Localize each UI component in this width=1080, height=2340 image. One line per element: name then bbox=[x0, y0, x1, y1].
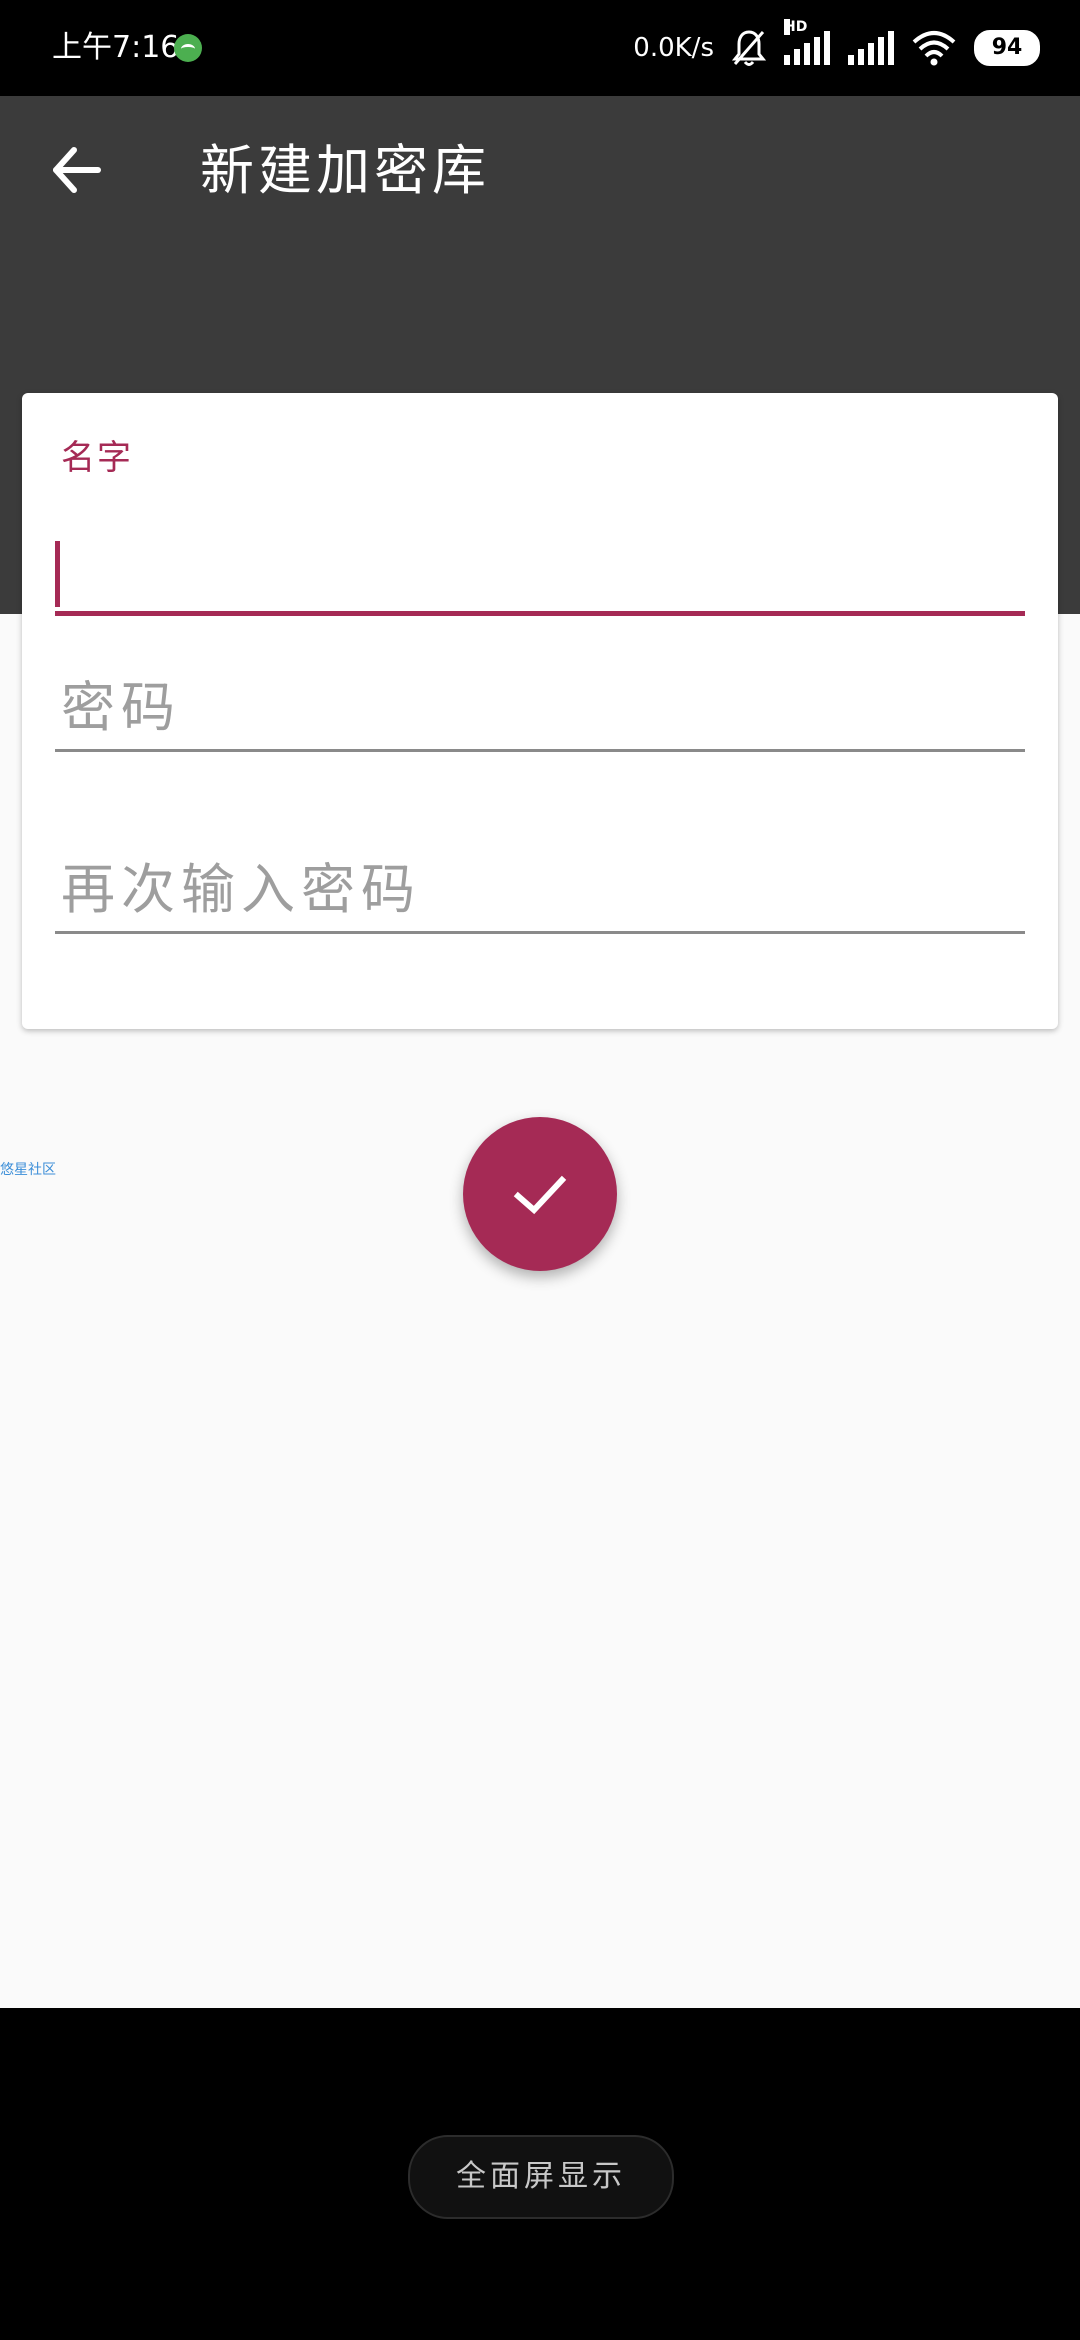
back-arrow-icon[interactable] bbox=[44, 138, 108, 202]
name-field-underline bbox=[55, 611, 1025, 616]
signal-hd-icon: HD bbox=[784, 19, 830, 65]
status-indicators: 0.0K/s HD 94 bbox=[633, 19, 1040, 74]
password-field-underline bbox=[55, 749, 1025, 752]
confirm-button[interactable] bbox=[463, 1117, 617, 1271]
hd-label: HD bbox=[784, 19, 808, 35]
confirm-password-placeholder: 再次输入密码 bbox=[61, 858, 421, 921]
text-cursor bbox=[55, 541, 60, 607]
network-speed: 0.0K/s bbox=[633, 33, 714, 63]
confirm-password-field[interactable]: 再次输入密码 bbox=[55, 847, 1025, 947]
status-time: 上午7:16 bbox=[52, 30, 180, 65]
wifi-icon bbox=[912, 31, 956, 66]
check-icon bbox=[513, 1175, 567, 1215]
navigation-area: 全面屏显示 bbox=[0, 2008, 1080, 2340]
bell-muted-icon bbox=[732, 30, 766, 66]
confirm-password-underline bbox=[55, 931, 1025, 934]
vault-form-card: 名字 密码 再次输入密码 bbox=[22, 393, 1058, 1029]
name-field-label: 名字 bbox=[61, 438, 133, 478]
app-notification-icon bbox=[174, 34, 202, 62]
fullscreen-display-button[interactable]: 全面屏显示 bbox=[408, 2135, 674, 2219]
name-input[interactable] bbox=[65, 543, 1019, 605]
page-title: 新建加密库 bbox=[200, 139, 490, 202]
password-field[interactable]: 密码 bbox=[55, 665, 1025, 765]
password-placeholder: 密码 bbox=[61, 676, 181, 739]
battery-indicator: 94 bbox=[974, 30, 1040, 66]
name-field[interactable]: 名字 bbox=[55, 433, 1025, 616]
watermark-text: 悠星社区 bbox=[0, 1162, 56, 1178]
signal-icon bbox=[848, 31, 894, 65]
status-bar: 上午7:16 0.0K/s HD 94 bbox=[0, 0, 1080, 96]
